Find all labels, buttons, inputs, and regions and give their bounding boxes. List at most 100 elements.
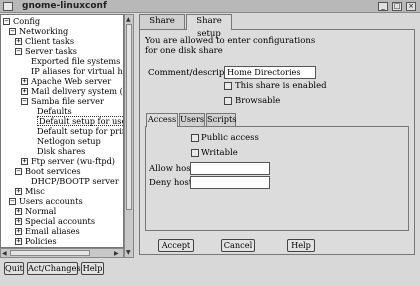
expand-icon[interactable]: + <box>15 238 22 245</box>
tree-item-label: Exported file systems (NFS <box>31 56 123 66</box>
share-enabled-checkbox[interactable] <box>224 82 232 90</box>
minimize-icon[interactable]: _ <box>378 2 388 11</box>
expand-icon[interactable]: + <box>15 218 22 225</box>
tree-item[interactable]: Netlogon setup <box>1 136 123 146</box>
close-icon[interactable]: × <box>406 2 416 11</box>
act-changes-button[interactable]: Act/Changes <box>27 262 81 275</box>
writable-checkbox[interactable] <box>191 149 199 157</box>
comment-field[interactable]: Home Directories <box>224 66 316 79</box>
tree-item-label: Server tasks <box>25 46 77 56</box>
public-access-checkbox[interactable] <box>191 134 199 142</box>
collapse-icon[interactable]: − <box>21 98 28 105</box>
tree-item-label: Ftp server (wu-ftpd) <box>31 156 116 166</box>
tree-item[interactable]: − Networking <box>1 26 123 36</box>
browsable-label: Browsable <box>235 96 281 106</box>
bottom-toolbar: Quit Act/Changes Help <box>0 259 420 286</box>
tree-item-label: Default setup for printers <box>37 126 123 136</box>
tree-item-label: Boot services <box>25 166 81 176</box>
tree-item-label: Apache Web server <box>31 76 112 86</box>
tree-item[interactable]: + Policies <box>1 236 123 246</box>
collapse-icon[interactable]: − <box>15 48 22 55</box>
tree-item-label: DHCP/BOOTP server <box>31 176 119 186</box>
deny-hosts-field[interactable] <box>190 176 270 189</box>
quit-button[interactable]: Quit <box>4 262 24 275</box>
tree-item-label: Email aliases <box>25 226 80 236</box>
window-menu-icon[interactable] <box>3 2 13 11</box>
tab-share-setup-2[interactable]: Share setup <box>186 14 232 39</box>
tree-item-label: Config <box>13 16 41 26</box>
accept-button[interactable]: Accept <box>158 239 194 252</box>
tree-item-label: Networking <box>19 26 69 36</box>
collapse-icon[interactable]: − <box>9 198 16 205</box>
tab-users[interactable]: Users <box>179 113 205 126</box>
tree-item[interactable]: IP aliases for virtual hosts <box>1 66 123 76</box>
tree-item-label: Disk shares <box>37 146 86 156</box>
tree-item[interactable]: Exported file systems (NFS <box>1 56 123 66</box>
tree-item[interactable]: − Boot services <box>1 166 123 176</box>
tree-item-label: Misc <box>25 186 45 196</box>
tree-item[interactable]: − Samba file server <box>1 96 123 106</box>
tree-item-label: Defaults <box>37 106 72 116</box>
config-tree[interactable]: − Config − Networking + Client tasks − Server t… <box>0 14 124 248</box>
share-enabled-label: This share is enabled <box>235 81 327 91</box>
tree-item[interactable]: − Users accounts <box>1 196 123 206</box>
expand-icon[interactable]: + <box>15 38 22 45</box>
public-access-label: Public access <box>201 133 259 143</box>
tree-item-label: Special accounts <box>25 216 96 226</box>
scroll-right-icon[interactable]: ▶ <box>114 250 119 257</box>
tree-item-label: Samba file server <box>31 96 104 106</box>
tree-item[interactable]: + Ftp server (wu-ftpd) <box>1 156 123 166</box>
tree-item[interactable]: DHCP/BOOTP server <box>1 176 123 186</box>
allow-hosts-field[interactable] <box>190 162 270 175</box>
tab-share-setup-1[interactable]: Share setup <box>139 14 185 39</box>
intro-text-line2: for one disk share <box>145 46 223 56</box>
tree-item-label: Policies <box>25 236 57 246</box>
tree-item-label: Mail delivery system (sendi <box>31 86 123 96</box>
expand-icon[interactable]: + <box>15 188 22 195</box>
cancel-button[interactable]: Cancel <box>221 239 255 252</box>
expand-icon[interactable]: + <box>21 158 28 165</box>
dialog-help-button[interactable]: Help <box>287 239 315 252</box>
tree-item[interactable]: − Config <box>1 16 123 26</box>
tree-vertical-scrollbar[interactable]: ▲ ▼ <box>124 14 134 258</box>
intro-text-line1: You are allowed to enter configurations <box>145 36 316 46</box>
tree-item[interactable]: + Normal <box>1 206 123 216</box>
scrollbar-thumb[interactable] <box>10 250 90 256</box>
collapse-icon[interactable]: − <box>9 28 16 35</box>
expand-icon[interactable]: + <box>15 208 22 215</box>
tree-item-label: Client tasks <box>25 36 75 46</box>
expand-icon[interactable]: + <box>21 78 28 85</box>
tree-item[interactable]: Disk shares <box>1 146 123 156</box>
tree-horizontal-scrollbar[interactable]: ◀ ▶ <box>0 248 124 258</box>
tree-item[interactable]: + Apache Web server <box>1 76 123 86</box>
window-titlebar[interactable]: gnome-linuxconf _ □ × <box>0 0 420 13</box>
scroll-down-icon[interactable]: ▼ <box>126 249 131 256</box>
tree-item[interactable]: + Client tasks <box>1 36 123 46</box>
tree-item-label: Netlogon setup <box>37 136 101 146</box>
scroll-up-icon[interactable]: ▲ <box>126 16 131 23</box>
help-button[interactable]: Help <box>81 262 104 275</box>
expand-icon[interactable]: + <box>15 228 22 235</box>
tree-item[interactable]: +Mail delivery system (sendi <box>1 86 123 96</box>
tree-item-label: IP aliases for virtual hosts <box>31 66 123 76</box>
window-title: gnome-linuxconf <box>22 1 107 11</box>
tree-item[interactable]: + Misc <box>1 186 123 196</box>
tree-item[interactable]: − Server tasks <box>1 46 123 56</box>
collapse-icon[interactable]: − <box>3 18 10 25</box>
tree-item-label: Default setup for users's h <box>37 116 123 126</box>
tab-scripts[interactable]: Scripts <box>206 113 236 126</box>
collapse-icon[interactable]: − <box>15 168 22 175</box>
tree-item[interactable]: Defaults <box>1 106 123 116</box>
scrollbar-thumb[interactable] <box>126 24 132 210</box>
scroll-left-icon[interactable]: ◀ <box>2 250 7 257</box>
browsable-checkbox[interactable] <box>224 97 232 105</box>
tree-item[interactable]: + Special accounts <box>1 216 123 226</box>
tree-item[interactable]: Default setup for users's h <box>1 116 123 126</box>
tree-item-label: Normal <box>25 206 57 216</box>
tree-item-label: Users accounts <box>19 196 83 206</box>
tab-access[interactable]: Access <box>146 113 178 127</box>
tree-item[interactable]: + Email aliases <box>1 226 123 236</box>
expand-icon[interactable]: + <box>21 88 28 95</box>
maximize-icon[interactable]: □ <box>392 2 402 11</box>
tree-item[interactable]: Default setup for printers <box>1 126 123 136</box>
